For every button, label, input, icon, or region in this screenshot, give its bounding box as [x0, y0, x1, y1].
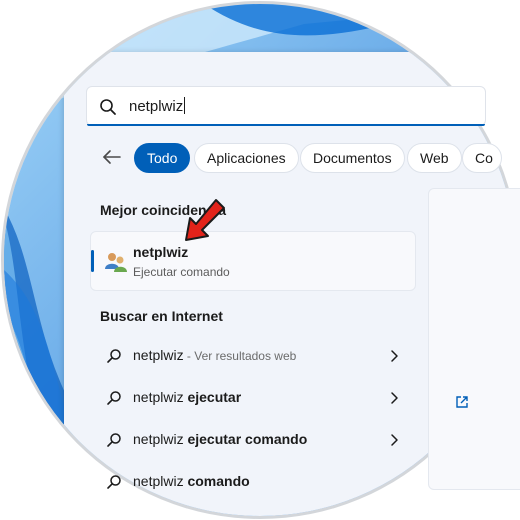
filter-todo[interactable]: Todo	[134, 143, 191, 173]
search-icon	[107, 475, 121, 489]
search-icon	[100, 99, 116, 115]
filter-co[interactable]: Co	[462, 143, 502, 173]
screenshot-stage: netplwiz Todo Aplicaciones Documentos We…	[0, 0, 520, 520]
search-query: netplwiz	[129, 98, 184, 115]
web-result-item[interactable]: netplwiz ejecutar comando	[90, 420, 416, 460]
chevron-right-icon	[391, 434, 398, 446]
filter-web[interactable]: Web	[407, 143, 462, 173]
search-icon	[107, 433, 121, 447]
selection-accent	[91, 250, 94, 272]
web-result-text: netplwiz comando	[133, 473, 250, 489]
search-focus-underline	[87, 124, 485, 126]
best-match-result[interactable]: netplwiz Ejecutar comando	[90, 231, 416, 291]
best-match-name: netplwiz	[133, 244, 189, 260]
filter-aplicaciones[interactable]: Aplicaciones	[194, 143, 299, 173]
web-result-prefix: netplwiz	[133, 473, 188, 489]
text-caret	[184, 97, 186, 114]
web-result-bold: ejecutar	[187, 389, 242, 405]
web-search-heading: Buscar en Internet	[100, 308, 223, 324]
back-arrow-icon[interactable]	[100, 145, 124, 169]
web-result-bold: ejecutar comando	[187, 431, 308, 447]
web-result-prefix: netplwiz	[133, 431, 188, 447]
web-result-item[interactable]: netplwiz - Ver resultados web	[90, 336, 416, 376]
best-match-subtitle: Ejecutar comando	[133, 265, 230, 279]
search-icon	[107, 349, 121, 363]
web-result-hint: - Ver resultados web	[183, 349, 297, 363]
search-icon	[107, 391, 121, 405]
web-result-item[interactable]: netplwiz ejecutar	[90, 378, 416, 418]
web-result-text: netplwiz - Ver resultados web	[133, 347, 296, 363]
web-result-bold: comando	[187, 473, 250, 489]
chevron-right-icon	[391, 392, 398, 404]
web-result-item[interactable]: netplwiz comando	[90, 462, 416, 502]
search-box[interactable]: netplwiz	[86, 86, 486, 126]
web-result-text: netplwiz ejecutar comando	[133, 431, 307, 447]
web-result-prefix: netplwiz	[133, 347, 184, 363]
web-result-text: netplwiz ejecutar	[133, 389, 241, 405]
preview-pane	[428, 188, 520, 490]
chevron-right-icon	[391, 350, 398, 362]
open-external-icon[interactable]	[455, 395, 469, 409]
web-result-prefix: netplwiz	[133, 389, 188, 405]
annotation-arrow-icon	[185, 199, 225, 241]
filter-documentos[interactable]: Documentos	[300, 143, 405, 173]
search-input[interactable]: netplwiz	[129, 97, 186, 115]
users-icon	[105, 253, 127, 272]
